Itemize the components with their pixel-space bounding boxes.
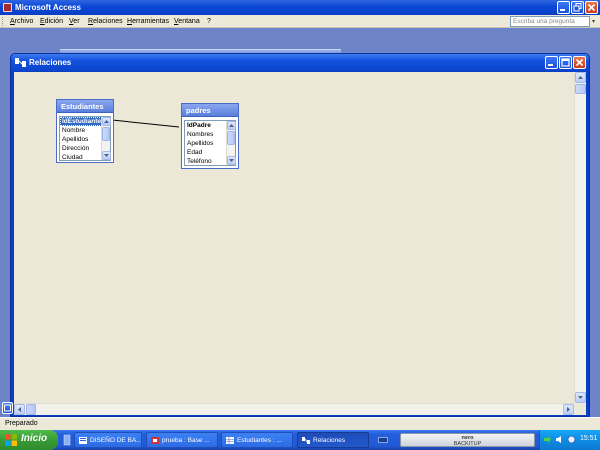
help-question-input[interactable]: Escriba una pregunta (510, 16, 590, 27)
access-app-icon[interactable] (3, 3, 12, 12)
nero-logo-text: nero (461, 435, 474, 441)
table-scroll-down-button[interactable] (227, 156, 236, 165)
menu-herramientas[interactable]: Herramientas (127, 18, 169, 25)
tray-arrow-icon[interactable] (543, 435, 552, 444)
app-title-bar[interactable]: Microsoft Access (0, 0, 600, 15)
tray-speaker-icon[interactable] (555, 435, 564, 444)
scroll-left-button[interactable] (14, 404, 25, 415)
restore-button[interactable] (571, 1, 584, 14)
scroll-down-icon (104, 154, 109, 157)
scroll-right-icon (567, 407, 570, 412)
scroll-up-icon (578, 76, 583, 79)
window-restore-icon (4, 404, 11, 412)
clock[interactable]: 15:51 (580, 435, 598, 442)
scroll-down-icon (229, 159, 234, 162)
relationships-icon[interactable] (15, 58, 27, 67)
app-title: Microsoft Access (15, 3, 81, 12)
menu-ventana[interactable]: Ventana (174, 18, 200, 25)
windows-logo-icon (5, 434, 17, 446)
table-padres-scrollbar[interactable] (226, 121, 236, 165)
table-scroll-thumb[interactable] (227, 131, 235, 145)
task-label: Estudiantes : ... (237, 437, 282, 444)
minimize-icon (548, 64, 553, 66)
canvas-horizontal-scrollbar[interactable] (14, 403, 574, 415)
word-icon (79, 437, 87, 444)
relationships-window: Relaciones Estudiantes IdEstudiante Nomb… (10, 53, 590, 417)
minimized-window-button[interactable] (2, 402, 13, 414)
start-button[interactable]: Inicio (0, 430, 58, 450)
table-estudiantes-scrollbar[interactable] (101, 117, 111, 160)
scrollbar-corner (574, 403, 586, 415)
rel-close-button[interactable] (573, 56, 586, 69)
table-scroll-up-button[interactable] (227, 121, 236, 130)
horizontal-scroll-thumb[interactable] (26, 404, 36, 415)
menu-bar: Archivo Edición Ver Relaciones Herramien… (0, 15, 600, 28)
maximize-icon (561, 58, 570, 67)
status-bar: Preparado (0, 417, 600, 430)
menu-grip[interactable] (2, 17, 5, 26)
scroll-right-button[interactable] (563, 404, 574, 415)
system-tray: 15:51 (539, 430, 600, 450)
start-label: Inicio (21, 433, 48, 444)
help-dropdown-icon[interactable]: ▾ (592, 18, 595, 25)
nero-backitup-widget[interactable]: nero BACKITUP (400, 433, 535, 447)
table-scroll-down-button[interactable] (102, 151, 111, 160)
table-scroll-up-button[interactable] (102, 117, 111, 126)
close-icon (575, 58, 584, 67)
status-text: Preparado (5, 420, 38, 427)
table-padres[interactable]: padres IdPadre Nombres Apellidos Edad Te… (181, 103, 239, 169)
close-icon (587, 3, 596, 12)
task-label: prueba : Base ... (162, 437, 210, 444)
tray-network-icon[interactable] (567, 435, 576, 444)
scroll-up-button[interactable] (575, 72, 586, 83)
table-padres-title[interactable]: padres (182, 104, 238, 117)
menu-ver[interactable]: Ver (69, 18, 80, 25)
menu-edicion[interactable]: Edición (40, 18, 63, 25)
table-padres-fields: IdPadre Nombres Apellidos Edad Teléfono (184, 120, 236, 166)
relationships-canvas[interactable]: Estudiantes IdEstudiante Nombre Apellido… (14, 72, 586, 415)
quicklaunch-separator-icon (63, 434, 71, 446)
nero-subtitle: BACKITUP (453, 441, 482, 447)
close-button[interactable] (585, 1, 598, 14)
table-estudiantes[interactable]: Estudiantes IdEstudiante Nombre Apellido… (56, 99, 114, 163)
scroll-down-button[interactable] (575, 392, 586, 403)
keyboard-language-icon[interactable] (378, 435, 388, 445)
relationships-title: Relaciones (29, 58, 72, 67)
access-icon (151, 437, 159, 444)
relationships-icon (302, 437, 310, 444)
table-scroll-thumb[interactable] (102, 127, 110, 141)
scroll-down-icon (578, 396, 583, 399)
table-icon (226, 437, 234, 444)
minimize-button[interactable] (557, 1, 570, 14)
menu-help[interactable]: ? (207, 18, 211, 25)
menu-relaciones[interactable]: Relaciones (88, 18, 123, 25)
task-word-document[interactable]: DISEÑO DE BA... (74, 432, 142, 448)
canvas-vertical-scrollbar[interactable] (574, 72, 586, 403)
restore-icon (573, 3, 582, 12)
app-window-controls (557, 1, 598, 14)
scroll-up-icon (229, 124, 234, 127)
task-relaciones[interactable]: Relaciones (297, 432, 369, 448)
task-access-database[interactable]: prueba : Base ... (146, 432, 218, 448)
task-estudiantes-table[interactable]: Estudiantes : ... (221, 432, 293, 448)
taskbar: Inicio DISEÑO DE BA... prueba : Base ...… (0, 430, 600, 450)
task-label: Relaciones (313, 437, 346, 444)
rel-maximize-button[interactable] (559, 56, 572, 69)
relationships-title-bar[interactable]: Relaciones (11, 54, 589, 71)
vertical-scroll-thumb[interactable] (575, 84, 586, 94)
menu-archivo[interactable]: Archivo (10, 18, 33, 25)
rel-minimize-button[interactable] (545, 56, 558, 69)
scroll-left-icon (18, 407, 21, 412)
table-estudiantes-title[interactable]: Estudiantes (57, 100, 113, 113)
table-estudiantes-fields: IdEstudiante Nombre Apellidos Dirección … (59, 116, 111, 161)
task-label: DISEÑO DE BA... (90, 437, 142, 444)
minimize-icon (560, 9, 565, 11)
scroll-up-icon (104, 120, 109, 123)
relationships-window-controls (545, 56, 586, 69)
